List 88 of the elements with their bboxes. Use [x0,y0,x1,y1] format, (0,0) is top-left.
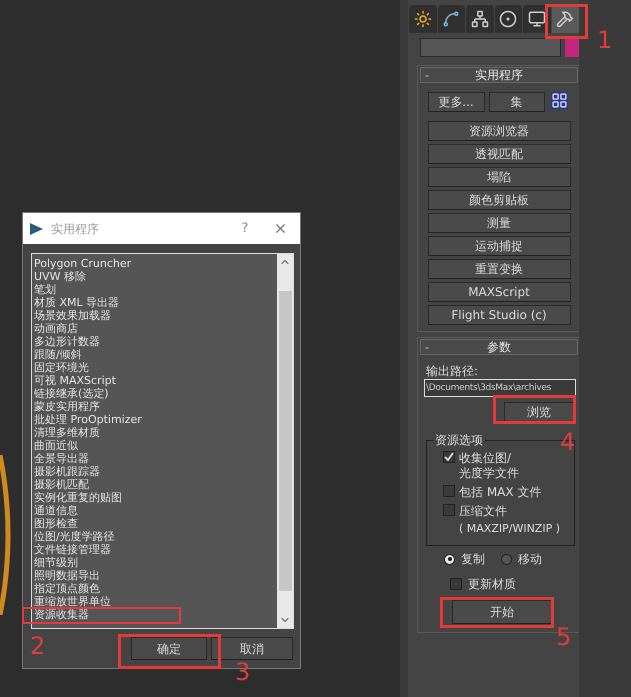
radio-label: 复制 [461,552,485,566]
step-number: 2 [30,634,46,658]
group-title: 资源选项 [433,433,485,447]
utility-button[interactable]: MAXScript [428,282,570,302]
list-item[interactable]: 通道信息 [34,504,78,516]
ok-button[interactable]: 确定 [131,637,207,660]
list-item[interactable]: 文件链接管理器 [34,544,111,555]
utility-button[interactable]: 运动捕捉 [428,236,570,256]
checkbox[interactable] [450,578,462,590]
panel-tab[interactable] [494,5,522,33]
rollout-title[interactable]: 参数 [433,341,565,353]
checkbox-label: 更新材质 [468,577,516,591]
panel-tab[interactable] [438,5,465,33]
sets-button[interactable]: 集 [488,92,544,112]
list-item[interactable]: 细节级别 [34,556,78,568]
option-label: 收集位图/ 光度学文件 [459,451,519,481]
utility-button[interactable]: 重置变换 [428,259,570,279]
utility-button[interactable]: Flight Studio (c) [428,305,570,325]
dialog-title: 实用程序 [51,220,100,238]
list-item[interactable]: 链接继承(选定) [34,388,109,399]
list-item[interactable]: 图形检查 [34,518,78,529]
list-item[interactable]: 固定环境光 [34,362,89,373]
step-number: 1 [597,28,612,52]
close-icon[interactable] [273,221,288,236]
radio-label: 移动 [518,552,542,566]
radio-button[interactable] [501,554,512,564]
sun-icon [414,10,432,28]
output-path-label: 输出路径: [426,364,480,378]
panel-tab[interactable] [466,5,494,33]
list-item[interactable]: 摄影机跟踪器 [34,466,100,477]
monitor-icon [528,10,546,28]
utility-button[interactable]: 透视匹配 [428,144,570,164]
list-item[interactable]: 实例化重复的贴图 [34,492,122,503]
list-item[interactable]: 摄影机匹配 [34,478,89,490]
step-number: 5 [556,625,572,649]
scrollbar[interactable] [277,254,293,628]
cancel-button[interactable]: 取消 [211,637,293,660]
list-item[interactable]: 多边形计数器 [34,336,100,347]
highlight-frame [545,4,588,39]
step-number: 4 [560,430,576,454]
list-item[interactable]: 曲面近似 [34,440,78,451]
list-item[interactable]: UVW 移除 [34,270,86,282]
list-item[interactable]: 场景效果加载器 [34,310,111,321]
hammer-icon [556,10,574,28]
more-button[interactable]: 更多... [428,92,484,112]
list-item[interactable]: 蒙皮实用程序 [34,400,100,412]
checkbox[interactable] [443,504,455,516]
list-item[interactable]: 清理多维材质 [34,426,100,438]
utility-button[interactable]: 塌陷 [428,167,570,187]
list-item[interactable]: 跟随/倾斜 [34,348,82,360]
collapse-toggle[interactable]: - [425,342,433,352]
utility-button[interactable]: 资源浏览器 [428,121,570,141]
list-item[interactable]: 批处理 ProOptimizer [34,414,142,425]
utility-button[interactable]: 测量 [428,213,570,233]
list-item[interactable]: 指定顶点颜色 [34,582,100,594]
list-item[interactable]: Polygon Cruncher [34,258,132,269]
browse-button[interactable]: 浏览 [504,402,574,422]
app-logo-icon [29,220,45,236]
list-item[interactable]: 动画商店 [34,322,78,334]
list-item[interactable]: 位图/光度学路径 [34,530,115,542]
step-number: 3 [235,660,250,684]
checkbox[interactable] [443,485,455,497]
list-item[interactable]: 重缩放世界单位 [34,596,111,607]
list-item[interactable]: 资源收集器 [34,608,89,620]
list-item[interactable]: 笔划 [34,284,56,295]
output-path-field[interactable]: \Documents\3dsMax\archives [424,379,576,397]
option-note: ( MAXZIP/WINZIP ) [459,521,560,536]
checkbox[interactable] [443,451,455,463]
rollout-title[interactable]: 实用程序 [433,69,565,81]
radio-button[interactable] [444,554,455,564]
color-swatch[interactable] [565,38,579,57]
option-label: 压缩文件 [459,504,508,519]
list-item[interactable]: 可视 MAXScript [34,374,116,386]
hierarchy-icon [470,10,489,28]
panel-tab[interactable] [552,5,579,33]
start-button[interactable]: 开始 [452,600,552,624]
panel-tab[interactable] [409,5,436,33]
option-label: 包括 MAX 文件 [459,485,542,500]
target-icon [499,10,518,28]
list-item[interactable]: 照明数据导出 [34,570,100,581]
collapse-toggle[interactable]: - [425,70,433,80]
configure-sets-icon [550,92,568,109]
help-button[interactable]: ? [235,218,255,238]
list-item[interactable]: 全景导出器 [34,452,89,464]
curve-icon [442,10,460,28]
name-field[interactable] [420,38,562,57]
list-item[interactable]: 材质 XML 导出器 [34,296,120,308]
utility-button[interactable]: 颜色剪贴板 [428,190,570,210]
